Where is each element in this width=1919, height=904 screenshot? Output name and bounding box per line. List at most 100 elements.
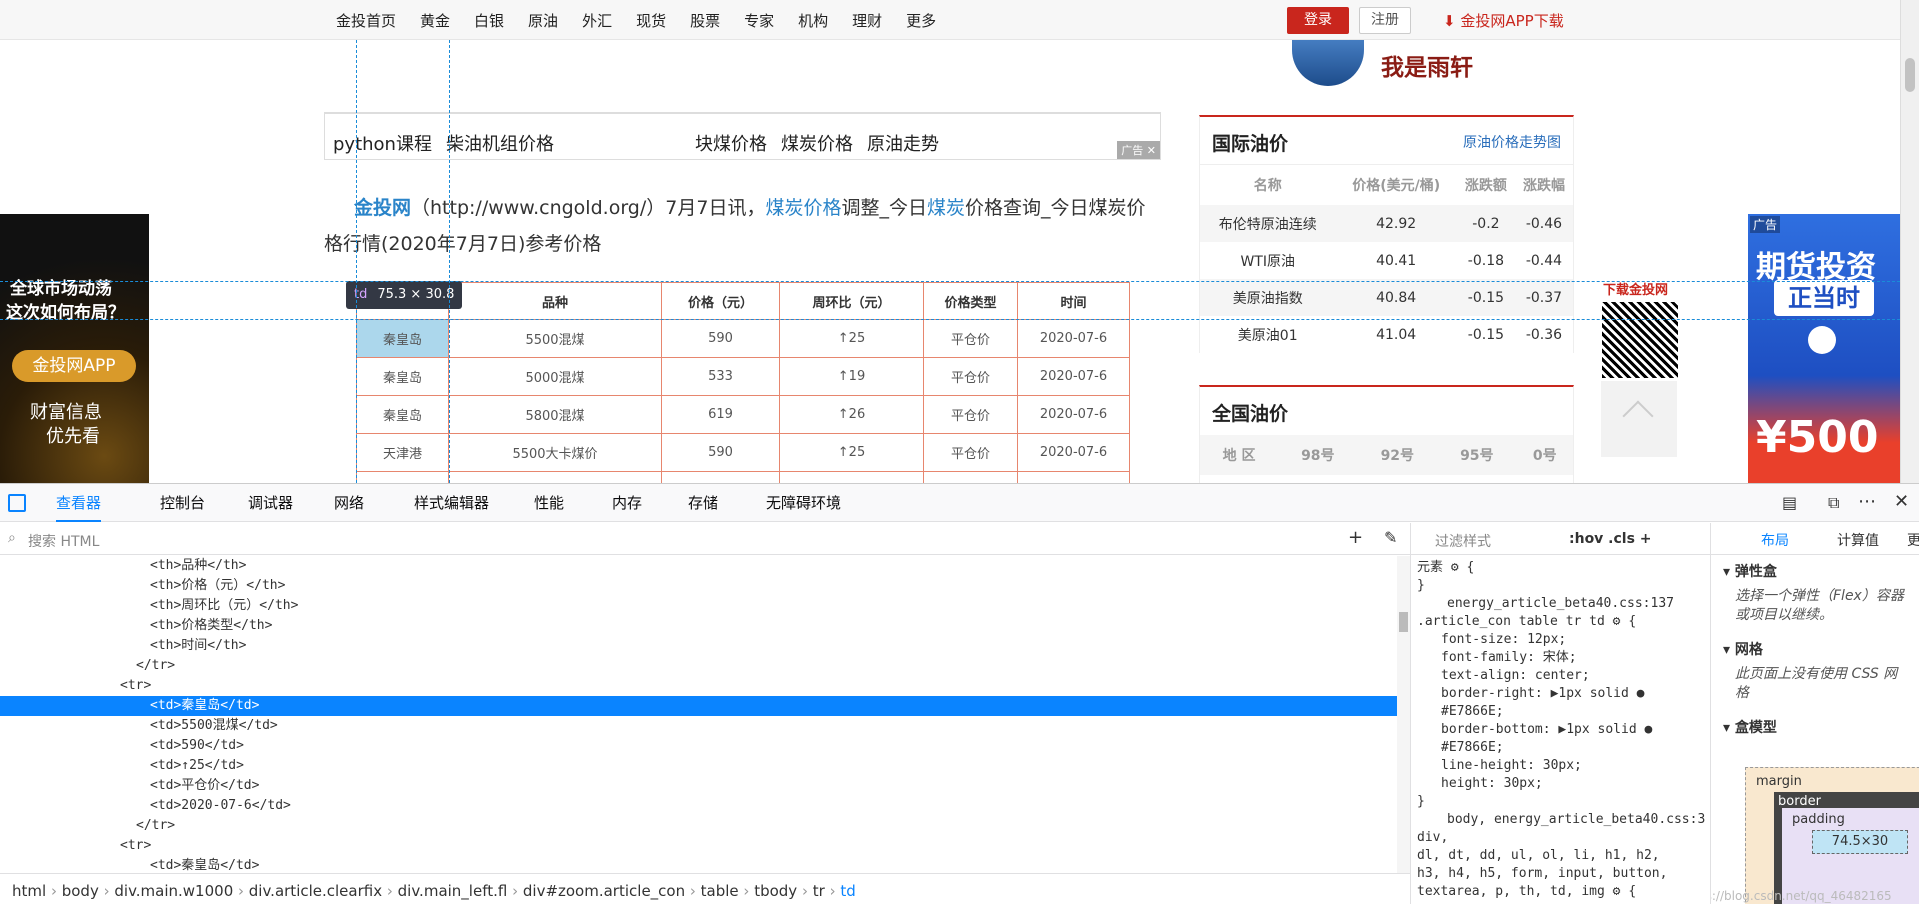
breadcrumb-item[interactable]: div.main.w1000 <box>114 882 233 900</box>
download-icon: ⬇ <box>1443 12 1461 30</box>
tree-node[interactable]: <tr> <box>0 836 1397 856</box>
layout-panel: 布局计算值更 ▾ 弹性盒 选择一个弹性（Flex）容器或项目以继续。 ▾ 网格 … <box>1710 523 1919 904</box>
oil-cell: 41.04 <box>1376 326 1417 343</box>
tree-node[interactable]: <tr> <box>0 676 1397 696</box>
breadcrumb-item[interactable]: tr <box>813 882 825 900</box>
element-picker-icon[interactable] <box>8 494 26 512</box>
nav-item[interactable]: 理财 <box>852 10 882 31</box>
layout-tab[interactable]: 布局 <box>1761 530 1789 550</box>
tree-node[interactable]: <th>时间</th> <box>0 636 1397 656</box>
oil-row[interactable]: 美原油指数 40.84 -0.15 -0.37 <box>1200 279 1573 316</box>
nav-item[interactable]: 白银 <box>474 10 504 31</box>
nav-item[interactable]: 现货 <box>636 10 666 31</box>
nav-item[interactable]: 原油 <box>528 10 558 31</box>
oil-row[interactable]: WTI原油 40.41 -0.18 -0.44 <box>1200 242 1573 279</box>
app-download-link[interactable]: ⬇ 金投网APP下载 <box>1443 10 1564 31</box>
add-node-icon[interactable]: + <box>1348 527 1363 548</box>
tree-scrollbar[interactable] <box>1397 556 1410 873</box>
oil-trend-link[interactable]: 原油价格走势图 <box>1463 132 1561 152</box>
tree-node[interactable]: <th>价格（元）</th> <box>0 576 1397 596</box>
brand-link[interactable]: 金投网 <box>354 197 411 219</box>
devtools-tab[interactable]: 内存 <box>612 484 642 522</box>
related-link[interactable]: 柴油机组价格 <box>446 134 554 155</box>
scrollbar-thumb[interactable] <box>1399 612 1408 632</box>
nav-item[interactable]: 金投首页 <box>336 10 396 31</box>
devtools-tab[interactable]: 无障碍环境 <box>766 484 841 522</box>
eyedropper-icon[interactable]: ✎ <box>1384 528 1397 547</box>
breadcrumb-item[interactable]: td <box>840 882 855 900</box>
oil-row[interactable]: 布伦特原油连续 42.92 -0.2 -0.46 <box>1200 205 1573 242</box>
close-icon[interactable]: ✕ <box>1894 491 1909 512</box>
box-model-section[interactable]: ▾ 盒模型 <box>1711 711 1919 743</box>
breadcrumb-item[interactable]: tbody <box>754 882 797 900</box>
nav-item[interactable]: 黄金 <box>420 10 450 31</box>
nav-item[interactable]: 股票 <box>690 10 720 31</box>
related-link[interactable]: 原油走势 <box>867 134 939 155</box>
devtools-tab[interactable]: 控制台 <box>160 484 205 522</box>
ad-app-button[interactable]: 金投网APP <box>12 350 136 382</box>
dock-icon[interactable]: ▤ <box>1782 493 1797 512</box>
nav-item[interactable]: 更多 <box>906 10 936 31</box>
tree-node[interactable]: <td>平仓价</td> <box>0 776 1397 796</box>
html-search[interactable]: ⌕ 搜索 HTML + ✎ <box>0 523 1410 555</box>
breadcrumb-item[interactable]: table <box>701 882 739 900</box>
tree-node[interactable]: <td>2020-07-6</td> <box>0 796 1397 816</box>
coal-link[interactable]: 煤炭 <box>927 197 965 219</box>
breadcrumb-item[interactable]: div.main_left.fl <box>398 882 508 900</box>
split-icon[interactable]: ⧉ <box>1828 493 1839 513</box>
tree-node[interactable]: </tr> <box>0 816 1397 836</box>
hov-cls-toggles[interactable]: :hov .cls + <box>1569 531 1652 547</box>
author-avatar[interactable] <box>1292 40 1364 86</box>
devtools-tab[interactable]: 网络 <box>334 484 364 522</box>
right-side-ad[interactable]: 广告 期货投资 正当时 ¥500 <box>1748 214 1900 483</box>
flex-section[interactable]: ▾ 弹性盒 <box>1711 555 1919 587</box>
login-button[interactable]: 登录 <box>1287 7 1349 34</box>
back-to-top-button[interactable] <box>1601 381 1677 457</box>
coal-price-link[interactable]: 煤炭价格 <box>765 197 841 219</box>
page-scrollbar[interactable] <box>1900 0 1919 483</box>
tree-node[interactable]: <th>周环比（元）</th> <box>0 596 1397 616</box>
breadcrumb-item[interactable]: div#zoom.article_con <box>523 882 685 900</box>
grid-section[interactable]: ▾ 网格 <box>1711 633 1919 665</box>
filter-styles[interactable]: 过滤样式:hov .cls + <box>1411 523 1710 555</box>
tree-node[interactable]: </tr> <box>0 656 1397 676</box>
devtools-tab[interactable]: 存储 <box>688 484 718 522</box>
breadcrumb-item[interactable]: div.article.clearfix <box>249 882 382 900</box>
left-side-ad[interactable]: 全球市场动荡 这次如何布局？ 金投网APP 财富信息 优先看 <box>0 214 149 483</box>
related-link[interactable]: 煤炭价格 <box>781 134 853 155</box>
css-rule-line: font-size: 12px; <box>1441 632 1567 647</box>
devtools-tab[interactable]: 样式编辑器 <box>414 484 489 522</box>
chevron-up-icon <box>1622 400 1654 432</box>
tree-node[interactable]: <td>秦皇岛</td> <box>0 696 1397 716</box>
table-row: 天津港 5500大卡煤价 590 ↑25 平仓价 2020-07-6 <box>356 433 1130 472</box>
devtools-tab[interactable]: 性能 <box>534 484 564 522</box>
css-rule-line: h3, h4, h5, form, input, button, <box>1417 866 1668 881</box>
tree-node[interactable]: <th>价格类型</th> <box>0 616 1397 636</box>
oil-row[interactable]: 美原油01 41.04 -0.15 -0.36 <box>1200 316 1573 353</box>
scrollbar-thumb[interactable] <box>1905 58 1915 92</box>
tree-node[interactable]: <th>品种</th> <box>0 556 1397 576</box>
css-rule-line: border-right: ▶1px solid ● <box>1441 686 1645 701</box>
devtools-tab[interactable]: 调试器 <box>248 484 293 522</box>
more-icon[interactable]: ⋯ <box>1858 491 1876 512</box>
related-link[interactable]: 块煤价格 <box>695 134 767 155</box>
tree-node[interactable]: <td>5500混煤</td> <box>0 716 1397 736</box>
nav-item[interactable]: 专家 <box>744 10 774 31</box>
ruler-guide <box>356 40 357 483</box>
devtools-tab[interactable]: 查看器 <box>56 484 102 522</box>
layout-tab[interactable]: 更 <box>1907 530 1919 550</box>
related-link[interactable]: python课程 <box>333 134 432 155</box>
breadcrumb-item[interactable]: html <box>12 882 46 900</box>
register-button[interactable]: 注册 <box>1359 7 1411 34</box>
breadcrumb-item[interactable]: body <box>62 882 99 900</box>
css-rule-line: border-bottom: ▶1px solid ● <box>1441 722 1653 737</box>
nav-item[interactable]: 机构 <box>798 10 828 31</box>
author-name[interactable]: 我是雨轩 <box>1381 48 1473 82</box>
layout-tab[interactable]: 计算值 <box>1837 530 1879 550</box>
tree-node[interactable]: <td>↑25</td> <box>0 756 1397 776</box>
ruler-guide <box>0 319 1900 320</box>
html-tree[interactable]: <th>品种</th> <th>价格（元）</th> <th>周环比（元）</th>… <box>0 556 1397 876</box>
nav-item[interactable]: 外汇 <box>582 10 612 31</box>
tree-node[interactable]: <td>590</td> <box>0 736 1397 756</box>
css-rules[interactable]: 元素 ⚙ {} energy_article_beta40.css:137 .art… <box>1411 555 1710 904</box>
